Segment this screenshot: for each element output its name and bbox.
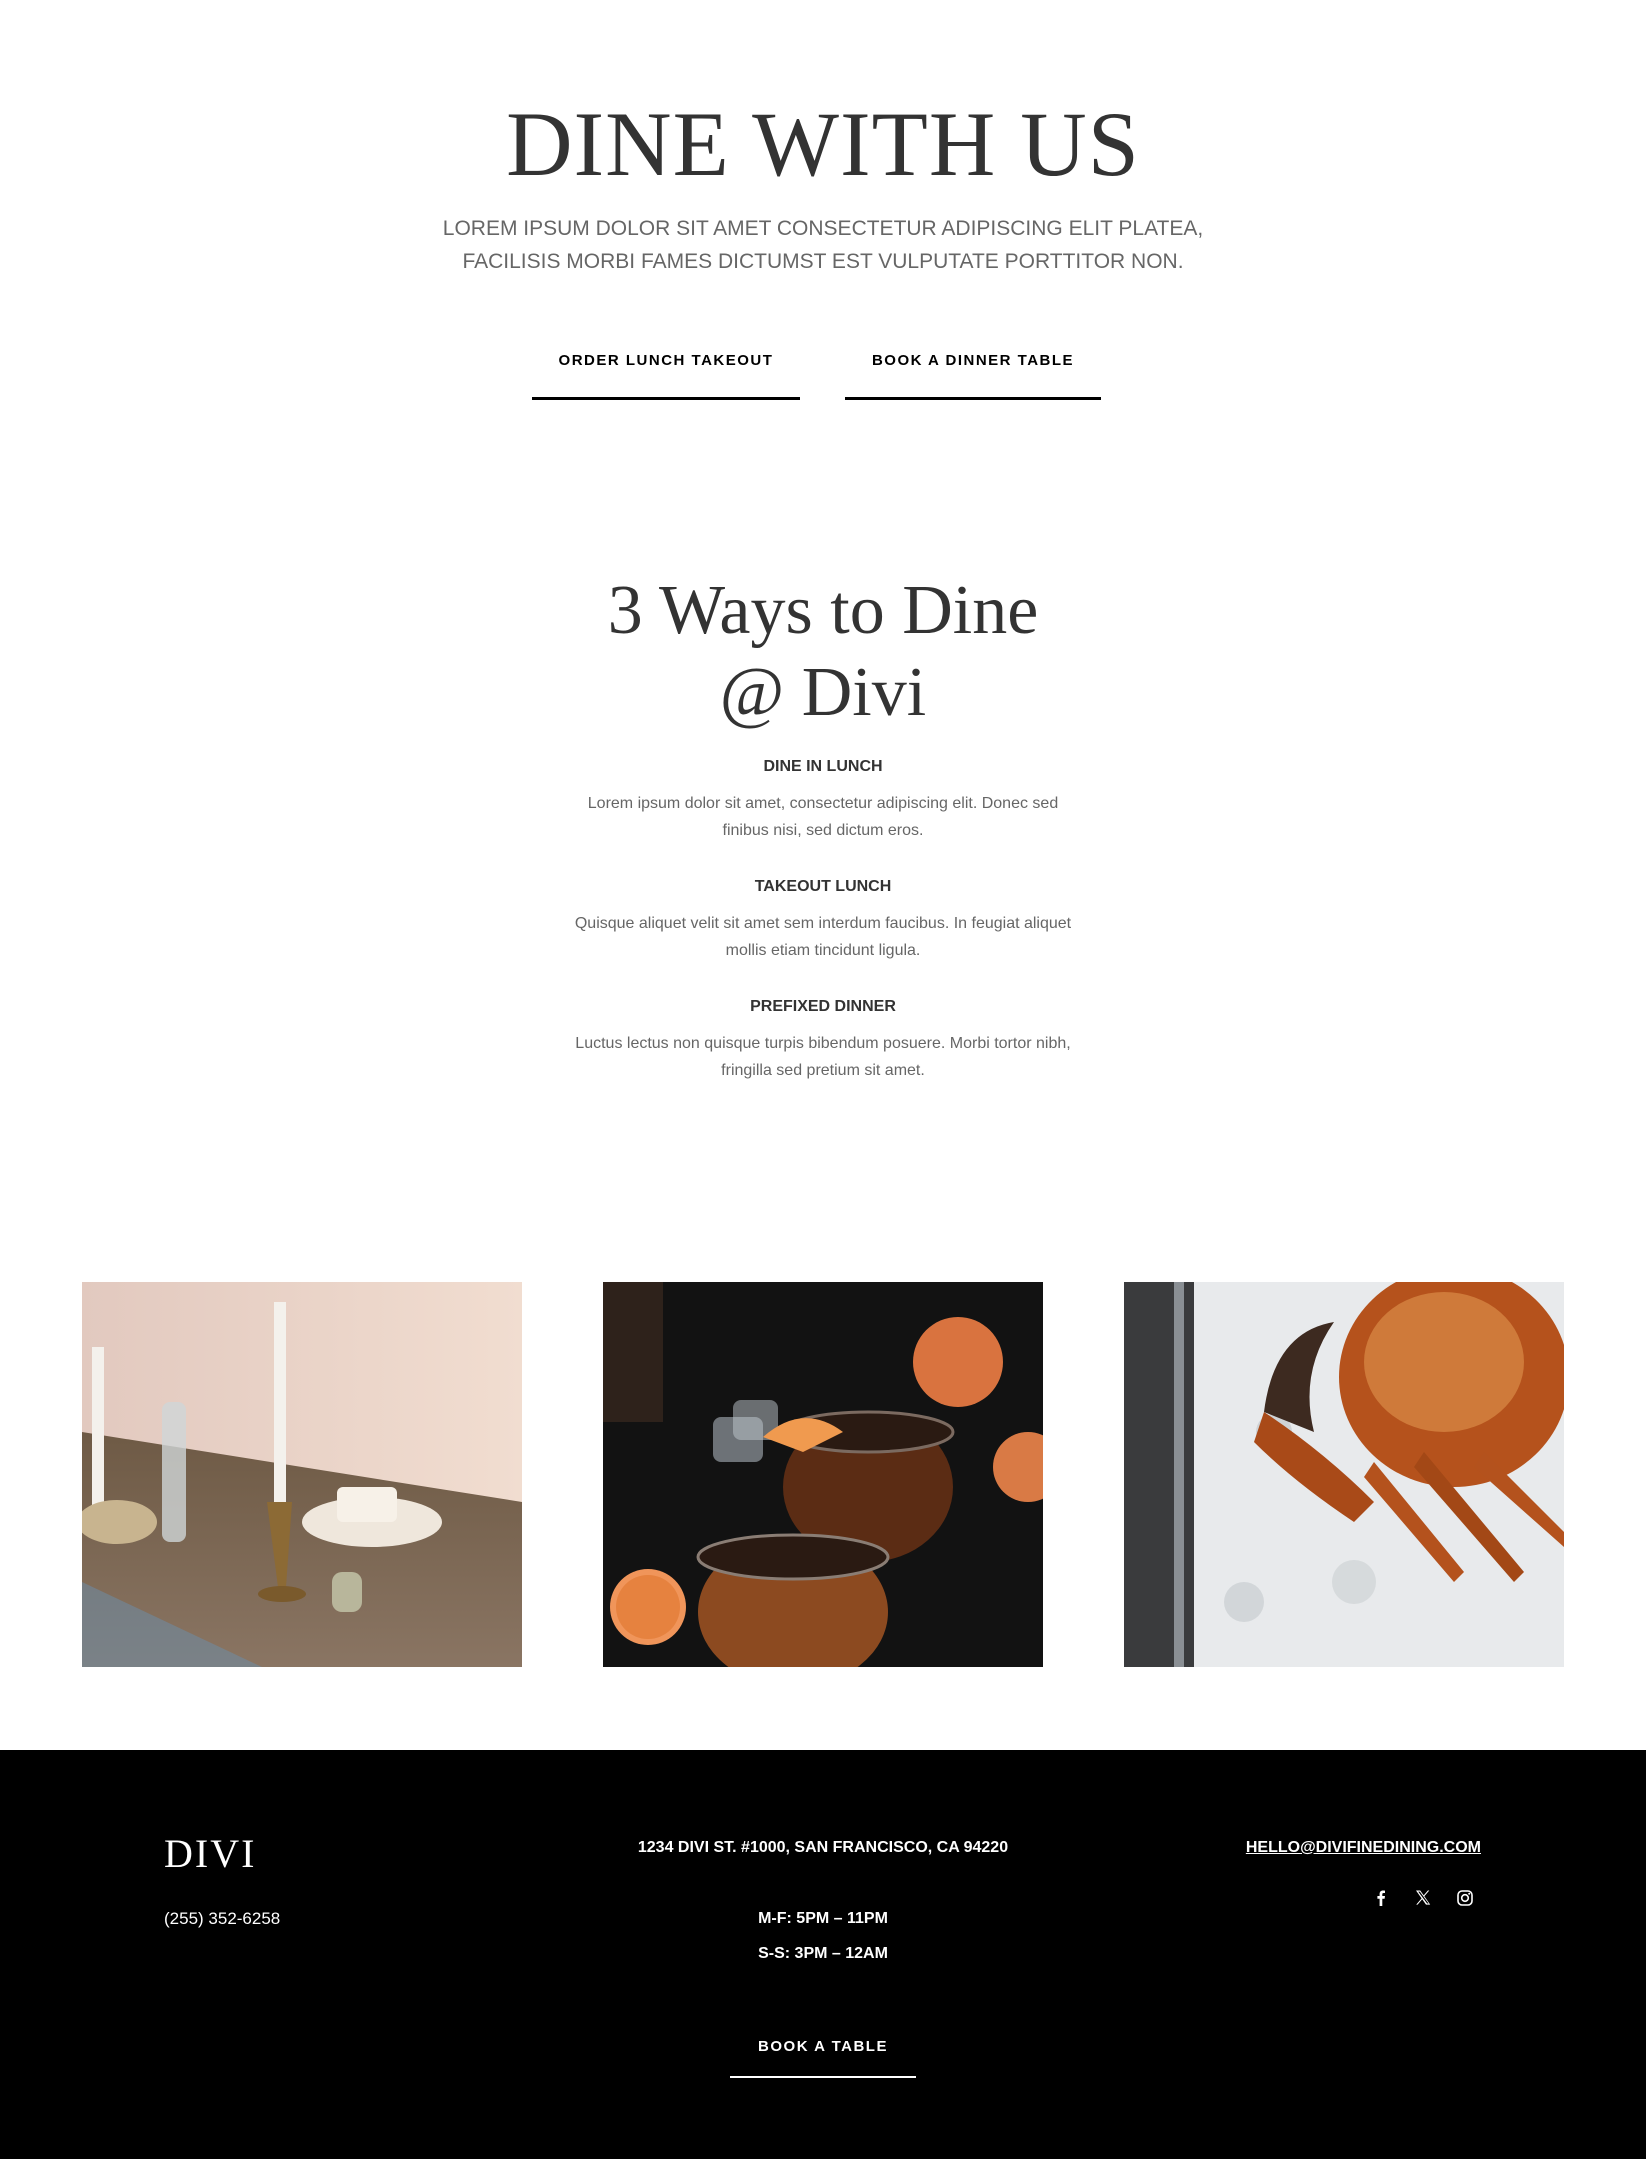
way-description-line-1: Lorem ipsum dolor sit amet, consectetur … [587,795,1059,812]
facebook-icon[interactable] [1367,1884,1395,1912]
way-description-line-2: fringilla sed pretium sit amet. [721,1062,925,1079]
way-title: PREFIXED DINNER [750,998,896,1015]
way-description-line-2: finibus nisi, sed dictum eros. [722,822,924,839]
instagram-icon[interactable] [1451,1884,1479,1912]
way-title: TAKEOUT LUNCH [754,878,892,895]
prefixed-dinner-item: PREFIXED DINNER Luctus lectus non quisqu… [548,996,1098,1084]
ways-to-dine-title: 3 Ways to Dine @ Divi [0,570,1646,734]
hero-subtitle-line-2: FACILISIS MORBI FAMES DICTUMST EST VULPU… [462,250,1184,273]
site-footer: DIVI (255) 352-6258 1234 DIVI ST. #1000,… [0,1750,1646,2159]
way-title: DINE IN LUNCH [763,758,883,775]
citrus-cocktails-photo [603,1282,1043,1667]
way-description-line-1: Quisque aliquet velit sit amet sem inter… [574,915,1072,932]
way-description: Luctus lectus non quisque turpis bibendu… [548,1030,1098,1084]
ways-title-line-2: @ Divi [719,654,927,731]
hero-subtitle-line-1: LOREM IPSUM DOLOR SIT AMET CONSECTETUR A… [442,217,1204,240]
table-candles-photo [82,1282,522,1667]
book-dinner-table-button[interactable]: BOOK A DINNER TABLE [845,320,1101,400]
ways-title-line-1: 3 Ways to Dine [607,572,1039,649]
x-icon[interactable] [1409,1884,1437,1912]
way-description-line-2: mollis etiam tincidunt ligula. [725,942,921,959]
order-lunch-takeout-button[interactable]: ORDER LUNCH TAKEOUT [532,320,800,400]
footer-email-link[interactable]: HELLO@DIVIFINEDINING.COM [1246,1837,1481,1859]
hours-weekday: M-F: 5PM – 11PM [758,1910,888,1927]
way-description: Lorem ipsum dolor sit amet, consectetur … [548,790,1098,844]
crab-on-ice-photo [1124,1282,1564,1667]
hours-weekend: S-S: 3PM – 12AM [758,1945,888,1962]
book-a-table-button[interactable]: BOOK A TABLE [730,2028,916,2078]
way-description: Quisque aliquet velit sit amet sem inter… [548,910,1098,964]
hero-subtitle: LOREM IPSUM DOLOR SIT AMET CONSECTETUR A… [0,212,1646,278]
takeout-lunch-item: TAKEOUT LUNCH Quisque aliquet velit sit … [548,876,1098,964]
dine-in-lunch-item: DINE IN LUNCH Lorem ipsum dolor sit amet… [548,756,1098,844]
hero-title: DINE WITH US [506,93,1140,195]
way-description-line-1: Luctus lectus non quisque turpis bibendu… [575,1035,1071,1052]
